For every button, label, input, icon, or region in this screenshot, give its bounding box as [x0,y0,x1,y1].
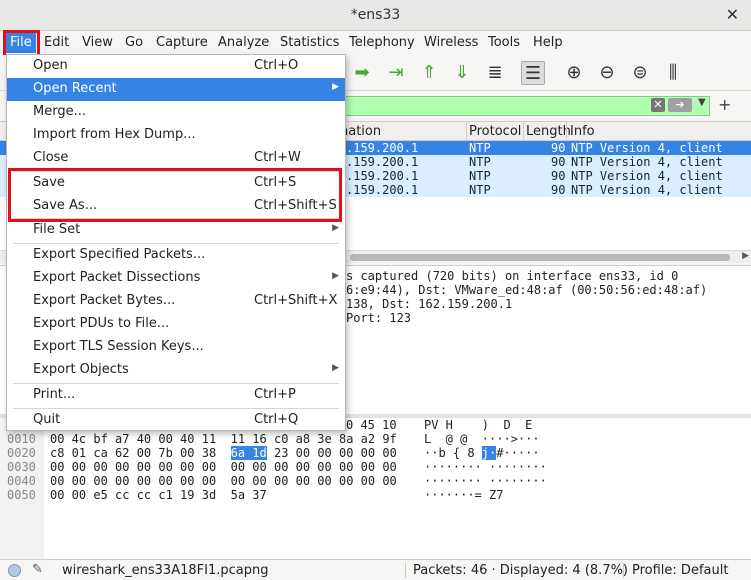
go-to-packet-icon[interactable]: ⇥ [384,61,408,85]
submenu-arrow-icon: ▶ [332,363,339,373]
normal-size-icon[interactable]: ⊜ [628,61,652,85]
scroll-right-icon[interactable]: ▶ [742,251,749,261]
hex-row[interactable]: 00 00 00 00 00 00 00 00 00 00 00 00 00 0… [50,474,397,488]
menu-edit[interactable]: Edit [44,35,69,50]
menu-bar: File Edit View Go Capture Analyze Statis… [0,31,751,55]
save-items-highlight [8,168,342,222]
ascii-row[interactable]: ·······= Z7 [424,488,503,502]
ascii-row[interactable]: ········ ········ [424,474,547,488]
menu-help[interactable]: Help [533,35,563,50]
details-line[interactable]: s captured (720 bits) on interface ens33… [346,269,678,283]
hex-row[interactable]: c8 01 ca 62 00 7b 00 38 6a 1d 23 00 00 0… [50,446,397,460]
ascii-row[interactable]: L @ @ ····>··· [424,432,540,446]
ascii-row[interactable]: ··b { 8 j·#····· [424,446,540,460]
clear-filter-icon[interactable]: ✕ [651,98,665,112]
menu-telephony[interactable]: Telephony [349,35,415,50]
menu-item-open-recent[interactable]: Open Recent ▶ [7,78,345,101]
menu-analyze[interactable]: Analyze [218,35,269,50]
filter-history-chevron-icon[interactable]: ▼ [698,97,706,108]
hex-row[interactable]: 00 4c bf a7 40 00 40 11 11 16 c0 a8 3e 8… [50,432,397,446]
apply-filter-icon[interactable]: ➔ [668,98,692,112]
menu-item-export-objects[interactable]: Export Objects ▶ [7,359,345,382]
title-bar: *ens33 ✕ [0,0,751,31]
menu-item-open[interactable]: Open Ctrl+O [7,55,345,78]
menu-item-export-tls[interactable]: Export TLS Session Keys... [7,336,345,359]
ascii-row[interactable]: ········ ········ [424,460,547,474]
add-filter-button-icon[interactable]: + [718,95,731,114]
menu-item-import-hex[interactable]: Import from Hex Dump... [7,124,345,147]
capture-file-name: wireshark_ens33A18FI1.pcapng [62,563,269,578]
file-menu: Open Ctrl+O Open Recent ▶ Merge... Import … [6,54,346,431]
menu-item-close[interactable]: Close Ctrl+W [7,147,345,170]
last-packet-icon[interactable]: ⇓ [450,61,474,85]
menu-view[interactable]: View [82,35,113,50]
edit-comment-icon[interactable]: ✎ [32,562,43,577]
menu-item-export-pdus[interactable]: Export PDUs to File... [7,313,345,336]
zoom-in-icon[interactable]: ⊕ [562,61,586,85]
hex-row[interactable]: 00 00 e5 cc cc c1 19 3d 5a 37 [50,488,267,502]
menu-statistics[interactable]: Statistics [280,35,339,50]
details-line[interactable]: 138, Dst: 162.159.200.1 [346,297,512,311]
details-line[interactable]: Port: 123 [346,311,411,325]
packet-bytes: 0 45 10 PV H ) D E 0010 00 4c bf a7 40 0… [0,414,751,563]
menu-item-export-bytes[interactable]: Export Packet Bytes... Ctrl+Shift+X [7,290,345,313]
menu-item-quit[interactable]: Quit Ctrl+Q [7,409,345,432]
hex-row[interactable]: 00 00 00 00 00 00 00 00 00 00 00 00 00 0… [50,460,397,474]
menu-item-export-dissections[interactable]: Export Packet Dissections ▶ [7,267,345,290]
resize-columns-icon[interactable]: ⫼ [661,61,685,85]
zoom-out-icon[interactable]: ⊖ [595,61,619,85]
autoscroll-icon[interactable]: ≣ [483,61,507,85]
menu-tools[interactable]: Tools [488,35,520,50]
menu-wireless[interactable]: Wireless [424,35,478,50]
submenu-arrow-icon: ▶ [332,223,339,233]
close-icon[interactable]: ✕ [726,5,739,24]
scrollbar-thumb[interactable] [350,254,730,261]
window-title: *ens33 [350,7,401,23]
file-menu-highlight [3,30,40,57]
colorize-icon[interactable]: ☰ [521,61,545,85]
menu-item-export-specified[interactable]: Export Specified Packets... [7,244,345,267]
submenu-arrow-icon: ▶ [332,82,339,92]
menu-capture[interactable]: Capture [156,35,208,50]
menu-item-merge[interactable]: Merge... [7,101,345,124]
col-info[interactable]: Info [570,124,595,139]
menu-item-print[interactable]: Print... Ctrl+P [7,384,345,407]
capture-status-icon[interactable] [8,564,21,577]
status-bar: ✎ wireshark_ens33A18FI1.pcapng Packets: … [0,559,751,580]
menu-item-file-set[interactable]: File Set ▶ [7,219,345,242]
col-destination[interactable]: nation [340,124,381,139]
go-forward-icon[interactable]: ➡ [350,61,374,85]
col-length[interactable]: Length [526,124,571,139]
submenu-arrow-icon: ▶ [332,271,339,281]
menu-go[interactable]: Go [125,35,143,50]
packet-count: Packets: 46 · Displayed: 4 (8.7%) [413,563,629,578]
details-line[interactable]: 6:e9:44), Dst: VMware_ed:48:af (00:50:56… [346,283,707,297]
first-packet-icon[interactable]: ⇑ [417,61,441,85]
profile-label[interactable]: Profile: Default [632,563,728,578]
col-protocol[interactable]: Protocol [469,124,521,139]
